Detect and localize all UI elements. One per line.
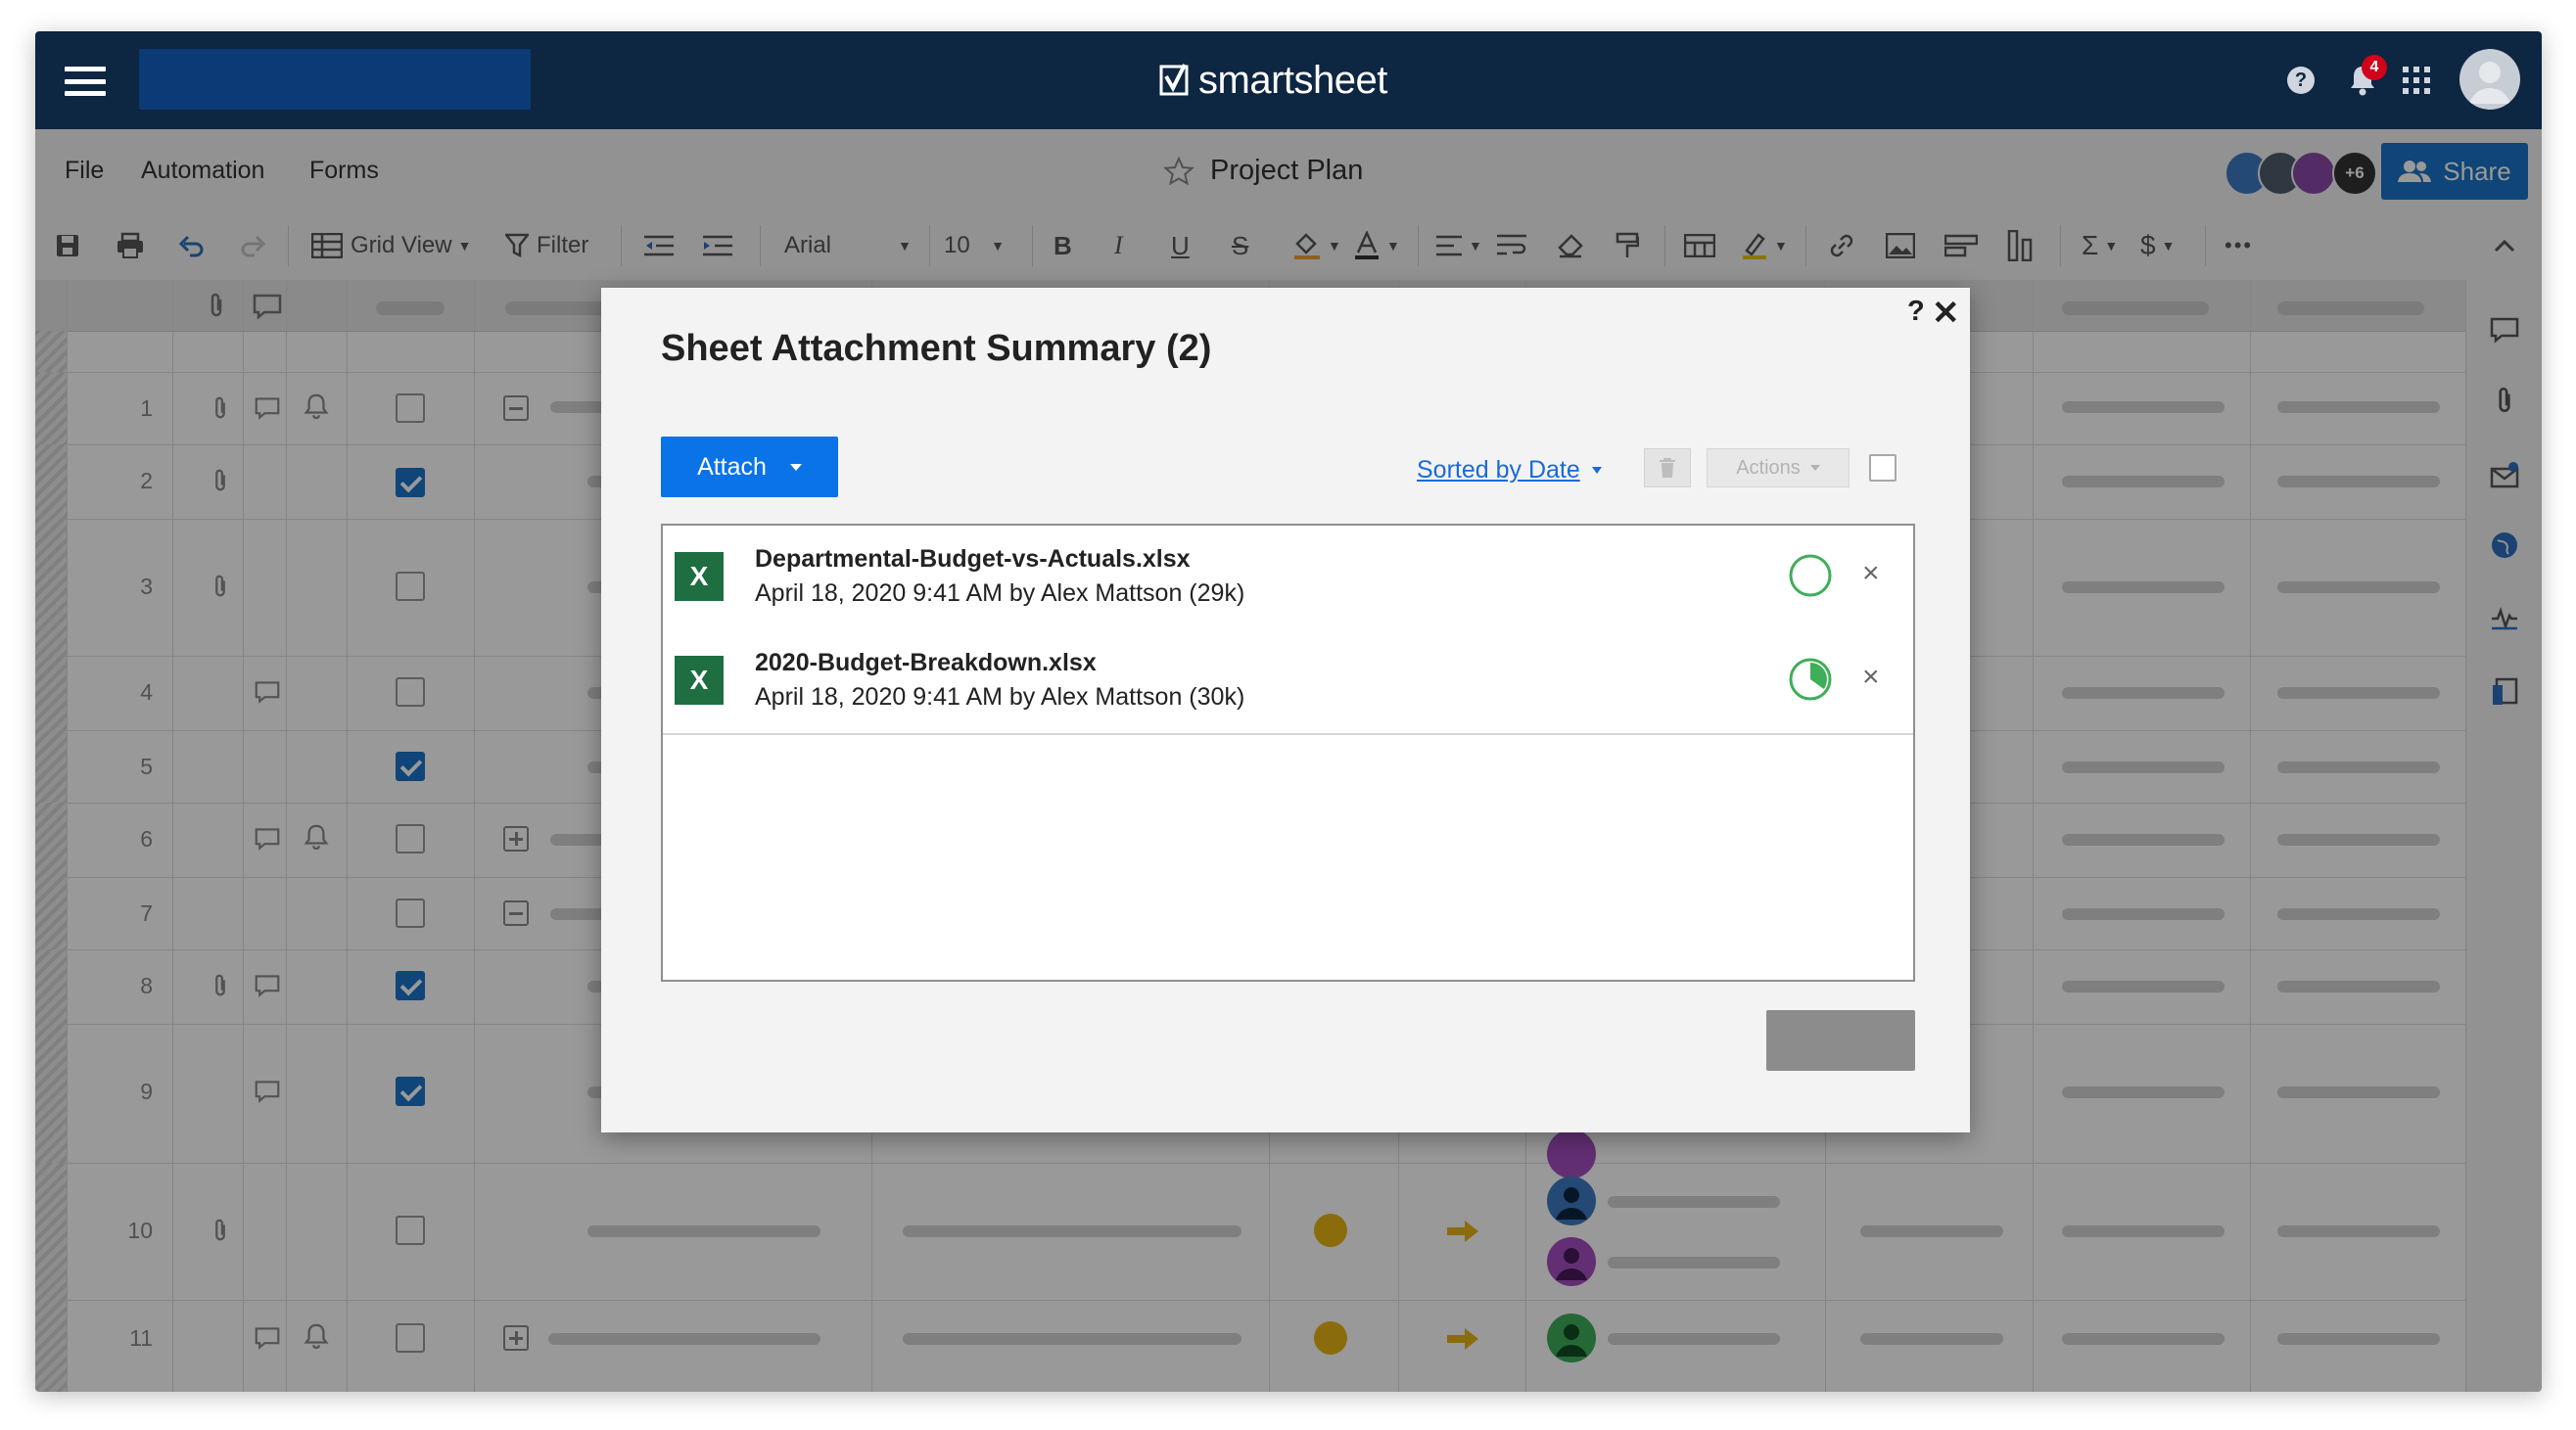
dialog-ok-button[interactable] xyxy=(1766,1010,1915,1071)
menu-icon[interactable] xyxy=(65,67,106,96)
sort-dropdown[interactable]: Sorted by Date xyxy=(1417,456,1602,484)
top-bar: smartsheet ? 4 xyxy=(35,31,2542,129)
notification-badge: 4 xyxy=(2362,55,2387,80)
delete-button[interactable] xyxy=(1644,448,1691,487)
select-all-checkbox[interactable] xyxy=(1869,454,1897,482)
user-avatar[interactable] xyxy=(2459,49,2520,110)
attachment-list: X Departmental-Budget-vs-Actuals.xlsx Ap… xyxy=(661,524,1915,982)
apps-grid-icon[interactable] xyxy=(2403,67,2430,94)
dialog-help-icon[interactable]: ? xyxy=(1907,296,1925,328)
attachment-row[interactable]: X Departmental-Budget-vs-Actuals.xlsx Ap… xyxy=(663,526,1913,631)
help-icon[interactable]: ? xyxy=(2287,67,2315,94)
smartsheet-logo-icon xyxy=(1159,64,1189,96)
attachment-name[interactable]: Departmental-Budget-vs-Actuals.xlsx xyxy=(755,545,1191,574)
smartsheet-logo: smartsheet xyxy=(1159,55,1387,106)
attach-button[interactable]: Attach xyxy=(661,437,838,497)
smartsheet-app: smartsheet ? 4 File Automation Forms Pro… xyxy=(35,31,2542,1392)
brand-placeholder xyxy=(139,49,531,110)
dialog-close-icon[interactable]: ✕ xyxy=(1932,294,1960,333)
trash-icon xyxy=(1660,458,1675,478)
upload-progress-icon xyxy=(1789,658,1832,701)
attachment-name[interactable]: 2020-Budget-Breakdown.xlsx xyxy=(755,649,1097,677)
attachment-meta: April 18, 2020 9:41 AM by Alex Mattson (… xyxy=(755,683,1245,711)
dialog-title: Sheet Attachment Summary (2) xyxy=(661,328,1212,369)
caret-down-icon xyxy=(1591,467,1602,474)
brand-name: smartsheet xyxy=(1198,58,1387,102)
caret-down-icon xyxy=(1809,465,1820,471)
excel-icon: X xyxy=(675,656,724,705)
attachment-meta: April 18, 2020 9:41 AM by Alex Mattson (… xyxy=(755,579,1245,607)
attach-label: Attach xyxy=(697,452,767,481)
attachment-row[interactable]: X 2020-Budget-Breakdown.xlsx April 18, 2… xyxy=(663,629,1913,735)
actions-dropdown[interactable]: Actions xyxy=(1707,448,1850,487)
upload-progress-icon xyxy=(1789,554,1832,597)
attachment-summary-dialog: ? ✕ Sheet Attachment Summary (2) Attach … xyxy=(601,288,1970,1132)
excel-icon: X xyxy=(675,552,724,601)
remove-attachment-icon[interactable]: × xyxy=(1862,661,1880,694)
remove-attachment-icon[interactable]: × xyxy=(1862,557,1880,590)
caret-down-icon xyxy=(789,463,802,471)
sort-label: Sorted by Date xyxy=(1417,456,1580,484)
actions-label: Actions xyxy=(1736,456,1801,479)
